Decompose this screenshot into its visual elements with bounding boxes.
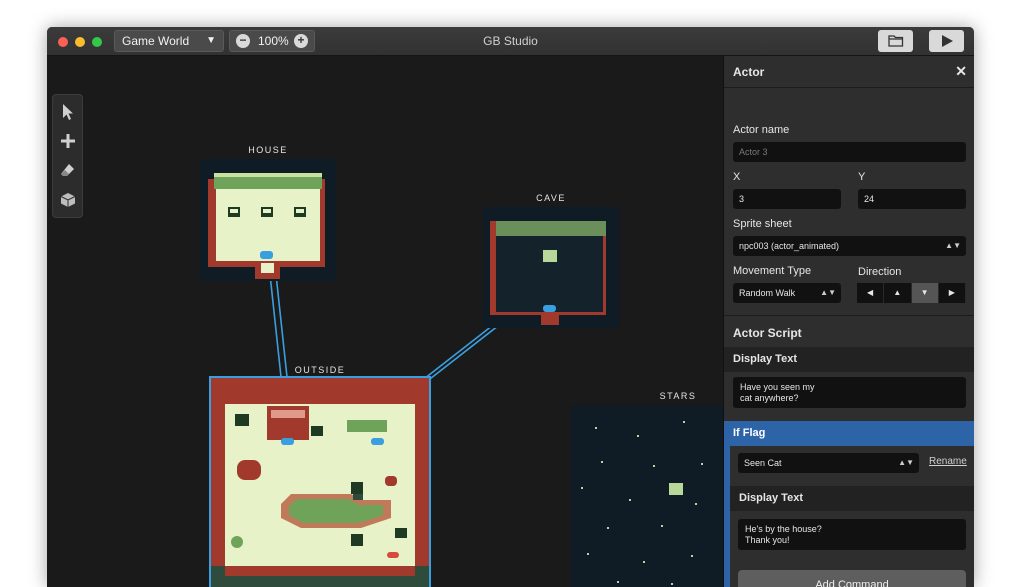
direction-label: Direction	[858, 266, 902, 278]
movement-type-label: Movement Type	[733, 265, 812, 277]
y-input[interactable]: 24	[858, 189, 966, 209]
x-label: X	[733, 171, 741, 183]
select-arrows-icon: ▲▼	[898, 458, 914, 467]
scene-cave[interactable]	[483, 207, 619, 328]
direction-right-button[interactable]: ▶	[938, 283, 966, 303]
direction-left-button[interactable]: ◀	[857, 283, 885, 303]
direction-down-button[interactable]: ▼	[911, 283, 939, 303]
sidebar-header: Actor ✕	[724, 56, 974, 88]
movement-type-select[interactable]: Random Walk ▲▼	[733, 283, 841, 303]
sprite-sheet-select[interactable]: npc003 (actor_animated) ▲▼	[733, 236, 966, 256]
scene-label-outside: OUTSIDE	[294, 365, 346, 375]
scene-label-house: HOUSE	[248, 145, 288, 155]
movement-type-value: Random Walk	[739, 288, 796, 298]
select-arrows-icon: ▲▼	[945, 241, 961, 250]
rename-flag-link[interactable]: Rename	[929, 456, 967, 467]
sidebar-title: Actor	[733, 65, 765, 79]
actor-name-label: Actor name	[733, 124, 790, 136]
x-input[interactable]: 3	[733, 189, 841, 209]
flag-select[interactable]: Seen Cat ▲▼	[738, 453, 919, 473]
scene-label-cave: CAVE	[536, 193, 566, 203]
display-text-command-header[interactable]: Display Text	[724, 347, 974, 372]
app-title: GB Studio	[483, 34, 538, 48]
direction-buttons: ◀ ▲ ▼ ▶	[857, 283, 966, 303]
scene-stars[interactable]	[571, 405, 723, 587]
world-canvas[interactable]: HOUSE CAVE OUTSIDE STARS	[47, 56, 723, 587]
add-command-button[interactable]: Add Command	[738, 570, 966, 587]
scene-house[interactable]	[200, 159, 336, 281]
close-icon[interactable]: ✕	[955, 63, 967, 80]
app-window: Game World ▼ − 100% + GB Studio HOUSE CA…	[47, 27, 974, 587]
if-flag-indent-bar	[724, 446, 730, 587]
play-icon	[942, 35, 953, 47]
actor-sidebar: Actor ✕ Actor name Actor 3 X 3 Y 24 Spri…	[723, 56, 974, 587]
direction-up-button[interactable]: ▲	[884, 283, 912, 303]
open-folder-button[interactable]	[878, 30, 913, 52]
scene-outside[interactable]	[209, 376, 431, 587]
title-bar: Game World ▼ − 100% + GB Studio	[47, 27, 974, 56]
play-button[interactable]	[929, 30, 964, 52]
select-arrows-icon: ▲▼	[820, 288, 836, 297]
flag-value: Seen Cat	[744, 458, 782, 468]
actor-name-input[interactable]: Actor 3	[733, 142, 966, 162]
display-text-input[interactable]: Have you seen my cat anywhere?	[733, 377, 966, 408]
y-label: Y	[858, 171, 866, 183]
display-text-command-header[interactable]: Display Text	[730, 486, 974, 511]
folder-icon	[888, 35, 904, 47]
sprite-sheet-value: npc003 (actor_animated)	[739, 241, 840, 251]
scene-label-stars: STARS	[659, 391, 697, 401]
actor-script-heading: Actor Script	[724, 315, 974, 347]
sprite-sheet-label: Sprite sheet	[733, 218, 792, 230]
display-text-input[interactable]: He's by the house? Thank you!	[738, 519, 966, 550]
if-flag-command-header[interactable]: If Flag	[724, 421, 974, 446]
